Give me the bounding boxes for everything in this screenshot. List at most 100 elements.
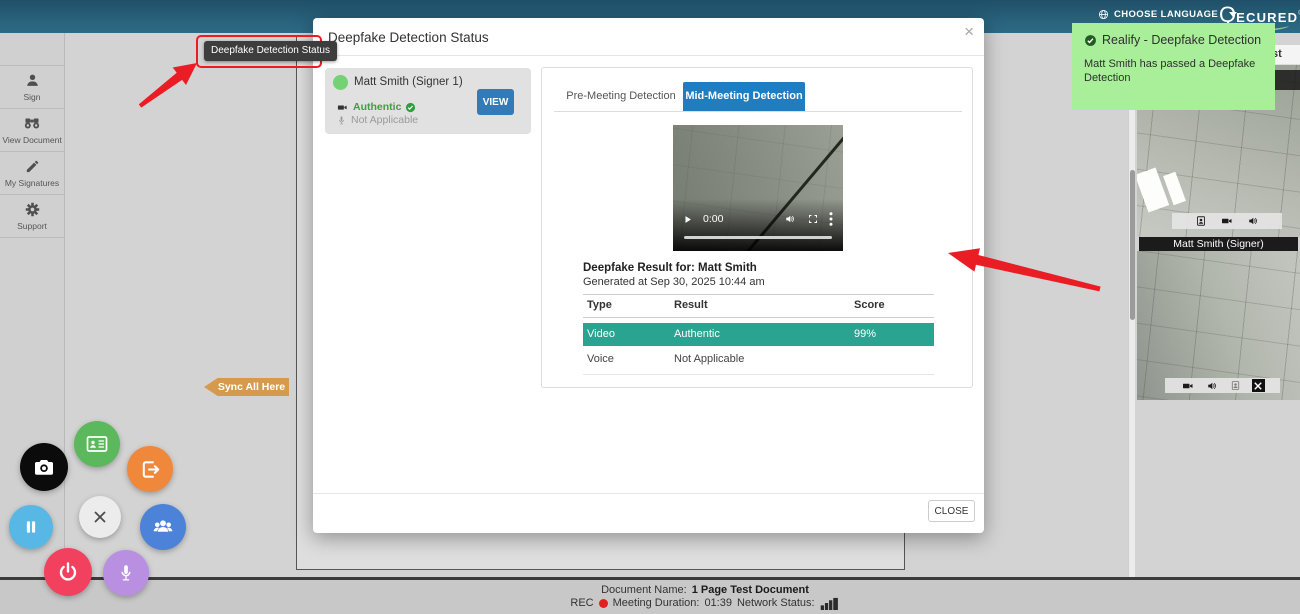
- close-icon: [92, 509, 108, 525]
- left-sidebar: Sign View Document My Signatures: [0, 33, 65, 580]
- status-bar: Document Name: 1 Page Test Document REC …: [0, 580, 1300, 614]
- modal-close-icon[interactable]: ×: [964, 22, 974, 42]
- scrollbar-track: [1128, 36, 1135, 577]
- video-status-row: Authentic: [336, 101, 416, 113]
- cell-score: 99%: [854, 323, 876, 346]
- result-title: Deepfake Result for: Matt Smith: [583, 262, 757, 274]
- table-header-result: Result: [674, 299, 708, 311]
- document-name-row: Document Name: 1 Page Test Document: [601, 584, 809, 597]
- divider: [583, 317, 934, 318]
- id-card-icon: [85, 432, 109, 456]
- sign-out-icon: [139, 458, 162, 481]
- modal-header-divider: [313, 55, 984, 56]
- annotation-tooltip-label: Deepfake Detection Status: [211, 45, 330, 56]
- sync-all-here-tag[interactable]: Sync All Here: [204, 378, 289, 396]
- close-video-icon[interactable]: [1252, 379, 1265, 392]
- document-name-value: 1 Page Test Document: [692, 584, 809, 597]
- tab-divider: [554, 111, 962, 112]
- player-controls: 0:00: [683, 211, 833, 227]
- sidebar-spacer: [0, 33, 64, 66]
- check-circle-icon: [1084, 34, 1097, 47]
- portrait-icon[interactable]: [1195, 215, 1207, 227]
- end-meeting-button[interactable]: [44, 548, 92, 596]
- camera-icon[interactable]: [1220, 215, 1234, 227]
- rec-label: REC: [570, 597, 593, 610]
- mic-status-row: Not Applicable: [336, 114, 418, 126]
- participant-name: Matt Smith (Signer): [1173, 238, 1263, 250]
- toast-body: Matt Smith has passed a Deepfake Detecti…: [1084, 57, 1263, 85]
- language-label: CHOOSE LANGUAGE: [1114, 9, 1218, 20]
- toast-title-row: Realify - Deepfake Detection: [1084, 33, 1263, 48]
- tab-pre-meeting-detection[interactable]: Pre-Meeting Detection: [560, 82, 682, 111]
- pause-icon: [22, 518, 40, 536]
- duration-label: Meeting Duration:: [613, 597, 700, 610]
- speaker-icon[interactable]: [1206, 380, 1219, 392]
- language-selector[interactable]: CHOOSE LANGUAGE: [1098, 9, 1237, 20]
- video-tile-self: [1137, 251, 1300, 400]
- cell-type: Video: [587, 323, 615, 346]
- microphone-button[interactable]: [103, 550, 149, 596]
- table-header-type: Type: [587, 299, 612, 311]
- sync-all-here-label: Sync All Here: [218, 381, 285, 393]
- deepfake-toast[interactable]: Realify - Deepfake Detection Matt Smith …: [1072, 23, 1275, 110]
- camera-icon[interactable]: [1181, 380, 1195, 392]
- language-icon: [1098, 9, 1109, 20]
- divider: [583, 374, 934, 375]
- participant-name-label: Matt Smith (Signer): [1139, 237, 1298, 251]
- fullscreen-icon[interactable]: [807, 213, 819, 225]
- cell-type: Voice: [587, 348, 614, 371]
- screenshot-button[interactable]: [20, 443, 68, 491]
- kebab-menu-icon[interactable]: [829, 212, 833, 226]
- signer-card: Matt Smith (Signer 1) VIEW Authentic Not…: [325, 68, 531, 134]
- camera-icon: [336, 102, 349, 113]
- player-progress-bar[interactable]: [684, 236, 832, 239]
- id-verification-button[interactable]: [74, 421, 120, 467]
- toast-title: Realify - Deepfake Detection: [1102, 33, 1261, 47]
- volume-icon[interactable]: [784, 213, 797, 225]
- microphone-icon: [115, 562, 137, 584]
- sidebar-item-my-signatures[interactable]: My Signatures: [0, 152, 64, 195]
- document-name-label: Document Name:: [601, 584, 687, 597]
- sidebar-item-support[interactable]: Support: [0, 195, 64, 238]
- cell-result: Authentic: [674, 323, 720, 346]
- tab-mid-meeting-detection[interactable]: Mid-Meeting Detection: [683, 82, 805, 111]
- participants-button[interactable]: [140, 504, 186, 550]
- user-icon: [24, 72, 41, 89]
- photo-camera-icon: [32, 455, 56, 479]
- leave-meeting-button[interactable]: [127, 446, 173, 492]
- annotation-tooltip: Deepfake Detection Status: [204, 41, 337, 61]
- deepfake-status-modal: Deepfake Detection Status × Matt Smith (…: [313, 18, 984, 533]
- portrait-icon[interactable]: [1230, 380, 1241, 391]
- microphone-icon: [336, 115, 347, 126]
- sidebar-item-label: Support: [17, 221, 47, 231]
- people-icon: [151, 515, 175, 539]
- modal-title: Deepfake Detection Status: [328, 30, 489, 45]
- network-status-label: Network Status:: [737, 597, 815, 610]
- result-generated-at: Generated at Sep 30, 2025 10:44 am: [583, 276, 765, 288]
- sidebar-item-view-document[interactable]: View Document: [0, 109, 64, 152]
- cell-result: Not Applicable: [674, 348, 744, 371]
- play-icon[interactable]: [683, 214, 693, 225]
- video-status-value: Authentic: [353, 101, 401, 113]
- close-button[interactable]: CLOSE: [928, 500, 975, 522]
- speaker-icon[interactable]: [1247, 215, 1260, 227]
- sidebar-item-label: View Document: [2, 135, 61, 145]
- sidebar-item-label: My Signatures: [5, 178, 59, 188]
- gear-icon: [24, 201, 41, 218]
- sidebar-item-label: Sign: [23, 92, 40, 102]
- recording-dot-icon: [599, 599, 608, 608]
- close-menu-button[interactable]: [79, 496, 121, 538]
- app-root: CHOOSE LANGUAGE QECURED® Sign: [0, 0, 1300, 614]
- scrollbar-thumb[interactable]: [1130, 170, 1135, 320]
- video-controls-bottom: [1165, 378, 1280, 393]
- signal-bars-icon: [820, 597, 840, 610]
- pause-button[interactable]: [9, 505, 53, 549]
- sidebar-item-sign[interactable]: Sign: [0, 66, 64, 109]
- power-icon: [56, 560, 80, 584]
- detection-panel: Pre-Meeting Detection Mid-Meeting Detect…: [541, 67, 973, 388]
- video-controls-top: [1172, 213, 1282, 229]
- pencil-icon: [24, 158, 41, 175]
- mic-status-value: Not Applicable: [351, 114, 418, 126]
- divider: [583, 294, 934, 295]
- view-button[interactable]: VIEW: [477, 89, 514, 115]
